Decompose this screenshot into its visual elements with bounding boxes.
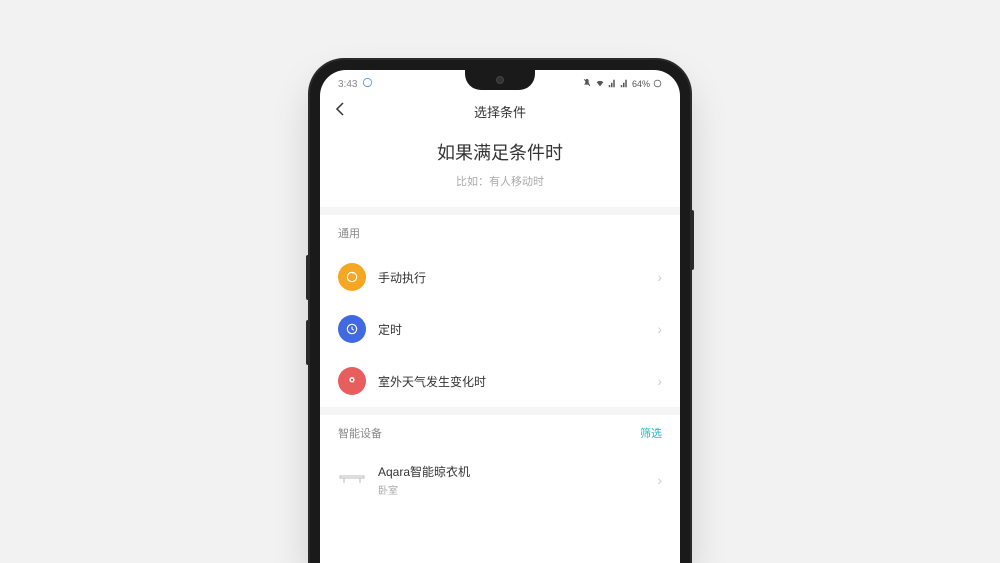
- section-header-devices: 智能设备 筛选: [320, 415, 680, 451]
- list-item-weather[interactable]: 室外天气发生变化时 ›: [320, 355, 680, 407]
- screen: 3:43 64%: [320, 70, 680, 563]
- weather-change-icon: [338, 367, 366, 395]
- chevron-right-icon: ›: [657, 373, 662, 389]
- weather-icon: [362, 77, 373, 91]
- nav-bar: 选择条件: [320, 94, 680, 129]
- section-header-general: 通用: [320, 215, 680, 251]
- volume-button: [306, 320, 310, 365]
- item-label: 定时: [378, 321, 657, 338]
- wifi-icon: [595, 78, 605, 90]
- item-sublabel: 卧室: [378, 482, 657, 497]
- back-button[interactable]: [335, 101, 345, 122]
- page-subtitle: 比如：有人移动时: [340, 173, 660, 189]
- notch: [465, 70, 535, 90]
- section-divider: [320, 207, 680, 215]
- mute-icon: [582, 78, 592, 90]
- signal-icon: [608, 79, 617, 90]
- status-time: 3:43: [338, 79, 357, 90]
- battery-text: 64%: [632, 79, 650, 89]
- signal-icon-2: [620, 79, 629, 90]
- filter-link[interactable]: 筛选: [640, 425, 662, 441]
- chevron-right-icon: ›: [657, 472, 662, 488]
- page-header: 如果满足条件时 比如：有人移动时: [320, 129, 680, 207]
- clothes-hanger-icon: [338, 471, 366, 489]
- phone-frame: 3:43 64%: [310, 60, 690, 563]
- list-item-manual[interactable]: 手动执行 ›: [320, 251, 680, 303]
- page-title: 如果满足条件时: [340, 139, 660, 165]
- section-divider: [320, 407, 680, 415]
- battery-icon: [653, 79, 662, 90]
- section-title: 智能设备: [338, 425, 382, 441]
- timer-icon: [338, 315, 366, 343]
- item-label: 手动执行: [378, 269, 657, 286]
- chevron-right-icon: ›: [657, 269, 662, 285]
- item-label: 室外天气发生变化时: [378, 373, 657, 390]
- manual-icon: [338, 263, 366, 291]
- section-title: 通用: [338, 225, 360, 241]
- nav-title: 选择条件: [335, 102, 665, 121]
- chevron-right-icon: ›: [657, 321, 662, 337]
- front-camera: [496, 76, 504, 84]
- list-item-timer[interactable]: 定时 ›: [320, 303, 680, 355]
- item-label: Aqara智能晾衣机: [378, 463, 657, 480]
- list-item-device-aqara[interactable]: Aqara智能晾衣机 卧室 ›: [320, 451, 680, 509]
